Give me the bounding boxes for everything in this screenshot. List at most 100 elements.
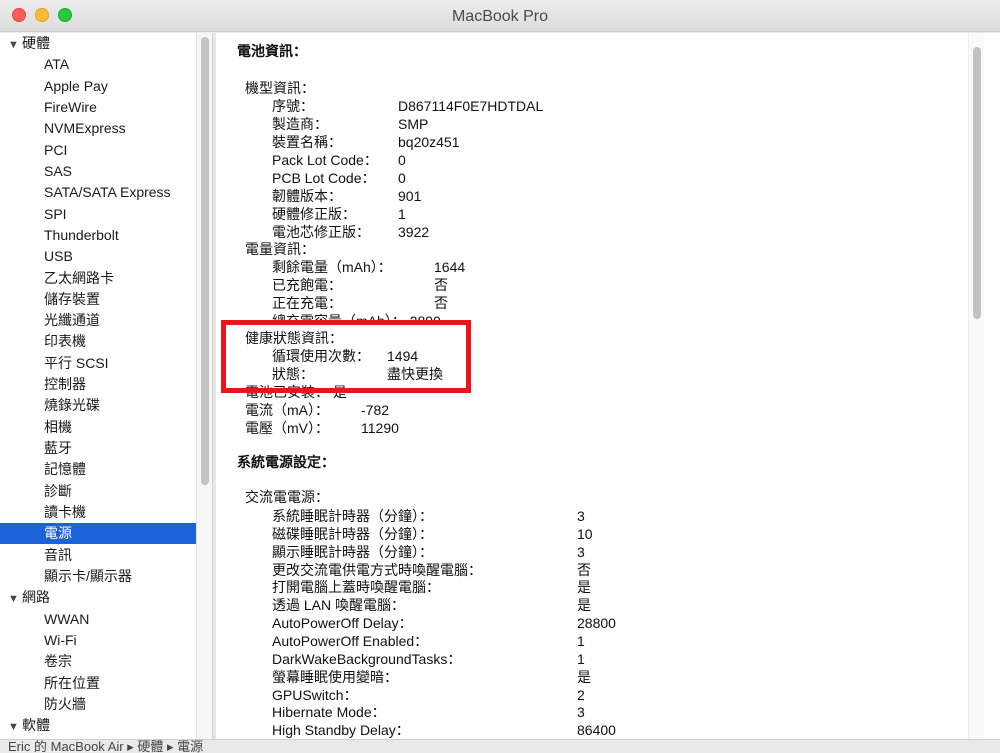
setting-value: 否 xyxy=(577,561,591,578)
battery-info-header: 電池資訊： xyxy=(237,43,307,59)
sidebar-item-24[interactable]: 音訊 xyxy=(0,545,196,566)
setting-label: 系統睡眠計時器（分鐘）： xyxy=(272,508,433,524)
sidebar-item-9[interactable]: Thunderbolt xyxy=(0,225,196,246)
sidebar-item-label: 防火牆 xyxy=(44,695,86,712)
sidebar-item-12[interactable]: 儲存裝置 xyxy=(0,289,196,310)
detail-scroll-thumb[interactable] xyxy=(973,47,981,319)
setting-value: 3 xyxy=(577,543,585,560)
fully-charged-label: 已充飽電： xyxy=(272,277,342,293)
sidebar-item-3[interactable]: FireWire xyxy=(0,97,196,118)
sidebar-item-label: SATA/SATA Express xyxy=(44,184,171,201)
disclosure-triangle-icon[interactable]: ▼ xyxy=(8,589,22,610)
pack-lot-label: Pack Lot Code： xyxy=(272,152,378,168)
sidebar-item-label: 電源 xyxy=(44,525,72,542)
sidebar-item-label: SAS xyxy=(44,162,73,179)
window-title: MacBook Pro xyxy=(451,8,549,25)
sidebar-item-10[interactable]: USB xyxy=(0,246,196,267)
sidebar-item-20[interactable]: 記憶體 xyxy=(0,459,196,480)
sidebar-item-label: 控制器 xyxy=(44,376,86,393)
remaining-charge-value: 1644 xyxy=(434,259,466,275)
setting-value: 28800 xyxy=(577,615,616,632)
sidebar-item-label: 硬體 xyxy=(22,35,50,51)
cell-revision-value: 3922 xyxy=(398,224,430,240)
sidebar-item-label: SPI xyxy=(44,205,67,222)
sidebar-item-16[interactable]: 控制器 xyxy=(0,374,196,395)
setting-label: High Standby Delay： xyxy=(272,722,410,739)
sidebar-item-label: USB xyxy=(44,248,73,265)
setting-value: 是 xyxy=(577,668,591,685)
voltage-label: 電壓（mV）： xyxy=(245,420,329,436)
amperage-label: 電流（mA）： xyxy=(245,402,329,418)
sidebar-item-31[interactable]: 防火牆 xyxy=(0,694,196,715)
sidebar-item-label: 軟體 xyxy=(22,717,50,734)
sidebar-item-label: 記憶體 xyxy=(44,461,86,478)
sidebar-item-6[interactable]: SAS xyxy=(0,161,196,182)
sidebar-item-23[interactable]: 電源 xyxy=(0,523,196,545)
sidebar-item-30[interactable]: 所在位置 xyxy=(0,673,196,694)
disclosure-triangle-icon[interactable]: ▼ xyxy=(8,717,22,738)
pcb-lot-label: PCB Lot Code： xyxy=(272,170,376,186)
sidebar-item-18[interactable]: 相機 xyxy=(0,417,196,438)
hardware-revision-label: 硬體修正版： xyxy=(272,206,356,222)
sidebar-scroll-thumb[interactable] xyxy=(201,37,209,485)
detail-scrollbar[interactable] xyxy=(968,33,984,739)
sidebar-item-7[interactable]: SATA/SATA Express xyxy=(0,182,196,203)
sidebar-item-4[interactable]: NVMExpress xyxy=(0,118,196,139)
sidebar-item-21[interactable]: 診斷 xyxy=(0,481,196,502)
ac-power-label: 交流電電源： xyxy=(245,489,329,505)
voltage-value: 11290 xyxy=(361,420,399,436)
sidebar-item-29[interactable]: 卷宗 xyxy=(0,651,196,672)
sidebar-item-label: 診斷 xyxy=(44,482,72,499)
sidebar-item-25[interactable]: 顯示卡/顯示器 xyxy=(0,566,196,587)
sidebar-category-26[interactable]: ▼ 網路 xyxy=(0,587,196,608)
setting-label: AutoPowerOff Delay： xyxy=(272,615,413,632)
firmware-label: 韌體版本： xyxy=(272,188,342,204)
sidebar-item-17[interactable]: 燒錄光碟 xyxy=(0,395,196,416)
sidebar-item-19[interactable]: 藍牙 xyxy=(0,438,196,459)
remaining-charge-label: 剩餘電量（mAh）： xyxy=(272,259,392,275)
setting-label: Hibernate Mode： xyxy=(272,704,386,721)
sidebar-category-32[interactable]: ▼ 軟體 xyxy=(0,715,196,736)
pcb-lot-value: 0 xyxy=(398,170,406,186)
sidebar-item-13[interactable]: 光纖通道 xyxy=(0,310,196,331)
setting-label: GPUSwitch： xyxy=(272,686,358,703)
sidebar-item-label: 印表機 xyxy=(44,333,86,350)
amperage-value: -782 xyxy=(361,402,390,418)
sidebar-item-15[interactable]: 平行 SCSI xyxy=(0,353,196,374)
cell-revision-label: 電池芯修正版： xyxy=(272,224,370,240)
sidebar-item-2[interactable]: Apple Pay xyxy=(0,76,196,97)
sidebar-category-0[interactable]: ▼ 硬體 xyxy=(0,33,196,54)
sidebar-item-label: 所在位置 xyxy=(44,674,100,691)
setting-label: 螢幕睡眠使用變暗： xyxy=(272,668,398,685)
setting-value: 2 xyxy=(577,686,585,703)
setting-label: 顯示睡眠計時器（分鐘）： xyxy=(272,543,433,560)
sidebar-item-28[interactable]: Wi-Fi xyxy=(0,630,196,651)
sidebar-item-1[interactable]: ATA xyxy=(0,54,196,75)
sidebar-item-label: ATA xyxy=(44,56,70,73)
setting-label: 透過 LAN 喚醒電腦： xyxy=(272,597,406,614)
sidebar-item-label: 燒錄光碟 xyxy=(44,397,100,414)
firmware-value: 901 xyxy=(398,188,422,204)
setting-label: 更改交流電供電方式時喚醒電腦： xyxy=(272,561,482,578)
power-settings-header: 系統電源設定： xyxy=(237,454,335,470)
setting-label: 打開電腦上蓋時喚醒電腦： xyxy=(272,579,440,596)
sidebar-item-14[interactable]: 印表機 xyxy=(0,331,196,352)
setting-value: 86400 xyxy=(577,722,616,739)
sidebar-scrollbar[interactable] xyxy=(196,33,212,739)
sidebar-item-5[interactable]: PCI xyxy=(0,140,196,161)
setting-label: DarkWakeBackgroundTasks： xyxy=(272,650,462,667)
sidebar-item-label: NVMExpress xyxy=(44,120,126,137)
sidebar-item-8[interactable]: SPI xyxy=(0,204,196,225)
setting-value: 是 xyxy=(577,579,591,596)
sidebar-item-27[interactable]: WWAN xyxy=(0,609,196,630)
disclosure-triangle-icon[interactable]: ▼ xyxy=(8,35,22,56)
sidebar-item-label: FireWire xyxy=(44,98,97,115)
charging-label: 正在充電： xyxy=(272,295,342,311)
sidebar-item-22[interactable]: 讀卡機 xyxy=(0,502,196,523)
manufacturer-value: SMP xyxy=(398,116,429,132)
title-bar: MacBook Pro xyxy=(0,0,1000,32)
sidebar-item-11[interactable]: 乙太網路卡 xyxy=(0,268,196,289)
sidebar-item-label: 相機 xyxy=(44,418,72,435)
sidebar-item-label: 平行 SCSI xyxy=(44,354,109,371)
charge-info-label: 電量資訊： xyxy=(245,241,315,257)
